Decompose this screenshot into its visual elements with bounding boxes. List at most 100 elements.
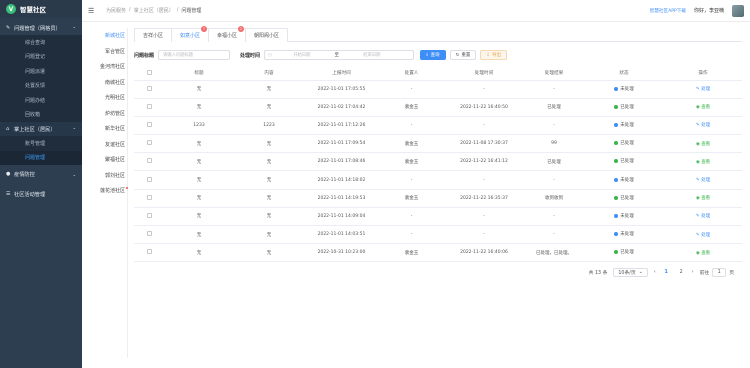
tab-jixiang[interactable]: 吉祥小区 <box>134 28 173 42</box>
community-item[interactable]: 新城社区 <box>86 28 127 44</box>
export-button[interactable]: ⇩ 导出 <box>480 50 508 60</box>
status-dot <box>614 104 619 109</box>
title-search-input[interactable]: 请输入问题标题 <box>158 50 231 60</box>
handle-button[interactable]: ✎ 处理 <box>696 123 710 128</box>
end-date-input[interactable]: 结束日期 <box>342 52 402 58</box>
community-item-lotus[interactable]: 莲花池社区 <box>86 183 128 199</box>
tab-xingfu[interactable]: 幸福小区 2 <box>208 26 247 42</box>
page-number[interactable]: 2 <box>677 270 686 275</box>
community-item[interactable]: 南城社区 <box>86 75 127 91</box>
menu-group-label: 掌上社区（居民） <box>14 126 56 133</box>
sidebar-item-feedback[interactable]: 处置反馈 <box>0 79 82 94</box>
search-button[interactable]: ⌕ 查询 <box>420 50 446 60</box>
sidebar-item-dispatch[interactable]: 问题派遣 <box>0 64 82 79</box>
tab-ruyi[interactable]: 如意小区 7 <box>171 26 210 42</box>
status-dot <box>614 213 619 218</box>
handle-button[interactable]: ✎ 处理 <box>696 178 710 183</box>
action-label: 查看 <box>701 141 711 147</box>
cell-handler: 裴金玉 <box>379 243 444 263</box>
table-row: 无无 2022-11-01 14:18:02- - - 未处理 ✎ 处理 <box>134 170 742 190</box>
handle-button[interactable]: ✎ 处理 <box>696 87 710 92</box>
reset-button[interactable]: ↻ 重置 <box>449 50 477 60</box>
row-checkbox[interactable] <box>134 152 164 172</box>
row-checkbox[interactable] <box>134 170 164 190</box>
cell-handle-time: - <box>444 170 524 190</box>
view-button[interactable]: ◉ 查看 <box>696 160 710 165</box>
handle-button[interactable]: ✎ 处理 <box>696 233 710 238</box>
sidebar-item-register[interactable]: 问题登记 <box>0 50 82 65</box>
community-item[interactable]: 郭刘社区 <box>86 168 127 184</box>
community-item[interactable]: 炉坊管区 <box>86 106 127 122</box>
row-checkbox[interactable] <box>134 243 164 263</box>
cell-result: - <box>524 207 584 227</box>
cell-status: 未处理 <box>584 225 664 245</box>
tab-badge: 7 <box>201 26 208 32</box>
cell-content: 无 <box>234 152 304 172</box>
sidebar-item-problem-manage[interactable]: 问题管理 <box>0 150 82 165</box>
community-item[interactable]: 金河湾社区 <box>86 59 127 75</box>
community-item[interactable]: 新华社区 <box>86 121 127 137</box>
breadcrumb-item[interactable]: 为民服务 <box>106 7 126 14</box>
cell-result: - <box>524 116 584 136</box>
cell-handle-time: 2022-11-22 16:35:37 <box>444 189 524 208</box>
cell-report-time: 2022-11-01 14:03:51 <box>304 225 379 245</box>
tab-chaoyangge[interactable]: 朝阳阁小区 <box>245 28 289 42</box>
row-checkbox[interactable] <box>134 98 164 117</box>
sidebar-item-query[interactable]: 综合查询 <box>0 35 82 50</box>
breadcrumb-item[interactable]: 掌上社区（居民） <box>134 7 174 14</box>
sidebar-item-closed[interactable]: 问题办结 <box>0 93 82 108</box>
menu-group-label: 疫情防控 <box>14 171 35 178</box>
row-checkbox[interactable] <box>134 225 164 245</box>
view-button[interactable]: ◉ 查看 <box>696 142 710 147</box>
table-row: 1233 1223 2022-11-01 17:12:26- - - 未处理 ✎ 处理 <box>134 116 742 136</box>
menu-group-problem-grid[interactable]: ✎ 问题管理（网格员） ⌃ <box>0 21 82 35</box>
cell-handler: 裴金玉 <box>379 98 444 117</box>
cell-content: 无 <box>234 189 304 208</box>
avatar[interactable] <box>732 4 744 17</box>
action-label: 查看 <box>701 250 711 256</box>
cell-report-time: 2022-10-31 10:23:00 <box>304 243 379 263</box>
select-all-checkbox[interactable] <box>134 67 164 81</box>
cell-title: 无 <box>164 207 234 227</box>
row-checkbox[interactable] <box>134 80 164 99</box>
cell-status: 已处理 <box>584 189 664 208</box>
sidebar-item-account[interactable]: 账号管理 <box>0 136 82 151</box>
row-checkbox[interactable] <box>134 134 164 154</box>
menu-toggle-icon[interactable]: ☰ <box>88 7 98 15</box>
chevron-up-icon: ⌃ <box>72 126 76 132</box>
cell-handle-time: - <box>444 225 524 245</box>
app-download-link[interactable]: 智慧社区APP下载 <box>650 8 686 14</box>
community-item[interactable]: 友谊社区 <box>86 137 127 153</box>
table-row: 无无 2022-11-01 14:19:53 裴金玉 2022-11-22 16:35… <box>134 189 742 208</box>
menu-group-activity[interactable]: ☰ 社区活动管理 <box>0 187 82 201</box>
start-date-input[interactable]: 开始日期 <box>272 52 332 58</box>
chevron-up-icon: ⌃ <box>72 25 76 31</box>
row-checkbox[interactable] <box>134 116 164 136</box>
cell-status: 已处理 <box>584 152 664 172</box>
prev-page-icon[interactable]: ‹ <box>654 270 656 275</box>
goto-page-input[interactable]: 1 <box>712 268 727 278</box>
status-dot <box>614 232 619 237</box>
row-checkbox[interactable] <box>134 189 164 208</box>
menu-group-epidemic[interactable]: ● 疫情防控 ⌄ <box>0 167 82 181</box>
column-header: 操作 <box>664 67 742 81</box>
community-item[interactable]: 光明社区 <box>86 90 127 106</box>
handle-button[interactable]: ✎ 处理 <box>696 214 710 219</box>
community-item[interactable]: 军合管区 <box>86 44 127 60</box>
next-page-icon[interactable]: › <box>692 270 694 275</box>
menu-group-resident[interactable]: ⌂ 掌上社区（居民） ⌃ <box>0 122 82 136</box>
row-checkbox[interactable] <box>134 207 164 227</box>
view-button[interactable]: ◉ 查看 <box>696 251 710 256</box>
page-size-select[interactable]: 10条/页 ⌄ <box>613 268 648 278</box>
community-item[interactable]: 聚福社区 <box>86 152 127 168</box>
action-label: 查看 <box>701 105 711 111</box>
date-range-picker[interactable]: ◷ 开始日期 至 结束日期 <box>264 50 415 60</box>
cell-title: 无 <box>164 98 234 117</box>
user-greeting[interactable]: 你好，李亚楠 <box>694 7 724 14</box>
cell-report-time: 2022-11-01 14:09:04 <box>304 207 379 227</box>
sidebar-item-recycle[interactable]: 回收箱 <box>0 108 82 123</box>
view-button[interactable]: ◉ 查看 <box>696 196 710 201</box>
brand: V 智慧社区 <box>0 0 82 18</box>
view-button[interactable]: ◉ 查看 <box>696 105 710 110</box>
page-number[interactable]: 1 <box>662 270 671 275</box>
